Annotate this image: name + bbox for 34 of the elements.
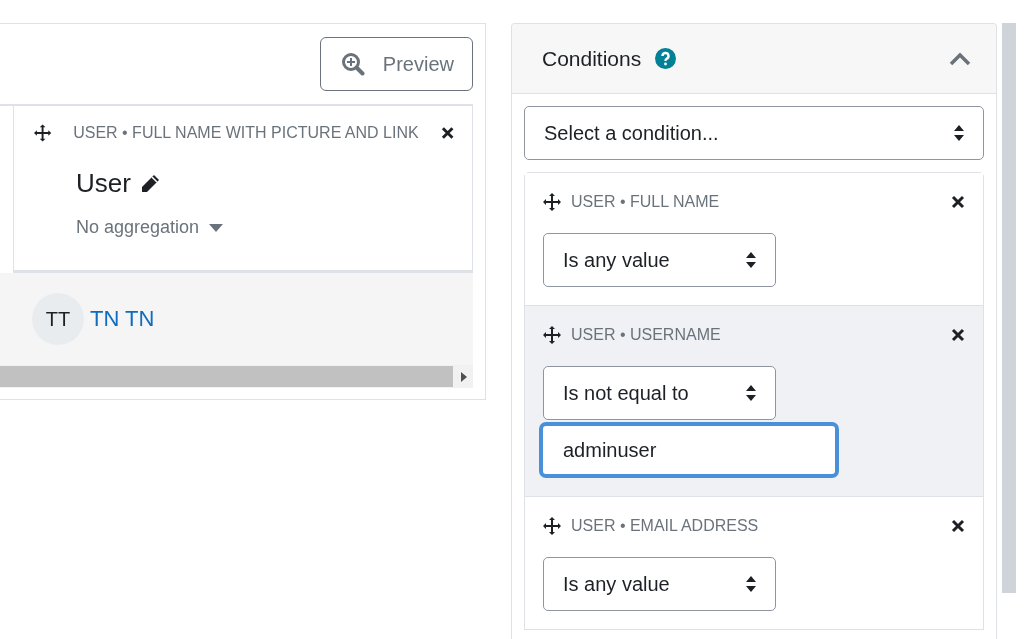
move-icon[interactable] (543, 193, 561, 211)
column-title: USER • FULL NAME WITH PICTURE AND LINK (73, 124, 419, 142)
help-icon[interactable] (655, 48, 677, 69)
preview-button[interactable]: Preview (319, 37, 473, 91)
sort-icon (953, 124, 965, 142)
sort-icon (745, 251, 757, 269)
scroll-right-icon[interactable] (461, 371, 467, 382)
close-icon[interactable] (951, 519, 965, 533)
aggregation-dropdown[interactable]: No aggregation (76, 217, 224, 238)
close-icon[interactable] (951, 328, 965, 342)
operator-select[interactable]: Is any value (543, 557, 776, 611)
condition-select[interactable]: Select a condition... (524, 106, 984, 160)
close-icon[interactable] (951, 195, 965, 209)
zoom-in-icon (340, 52, 365, 76)
column-heading: User (76, 168, 131, 199)
condition-title: USER • USERNAME (571, 326, 722, 344)
user-link[interactable]: TN TN (90, 306, 155, 332)
chevron-up-icon[interactable] (949, 51, 971, 66)
scrollbar[interactable] (1002, 23, 1016, 593)
sort-icon (745, 384, 757, 402)
condition-title: USER • EMAIL ADDRESS (571, 517, 760, 535)
caret-icon (209, 223, 224, 232)
move-icon[interactable] (543, 326, 561, 344)
move-icon[interactable] (34, 124, 52, 142)
user-avatar: TT (32, 293, 84, 345)
move-icon[interactable] (543, 517, 561, 535)
scrollbar-thumb[interactable] (0, 366, 453, 387)
operator-select[interactable]: Is any value (543, 233, 776, 287)
operator-select[interactable]: Is not equal to (543, 366, 776, 420)
panel-title: Conditions (542, 46, 642, 71)
sort-icon (745, 575, 757, 593)
value-field[interactable]: adminuser (539, 422, 839, 478)
close-icon[interactable] (440, 126, 454, 140)
condition-title: USER • FULL NAME (571, 193, 721, 211)
